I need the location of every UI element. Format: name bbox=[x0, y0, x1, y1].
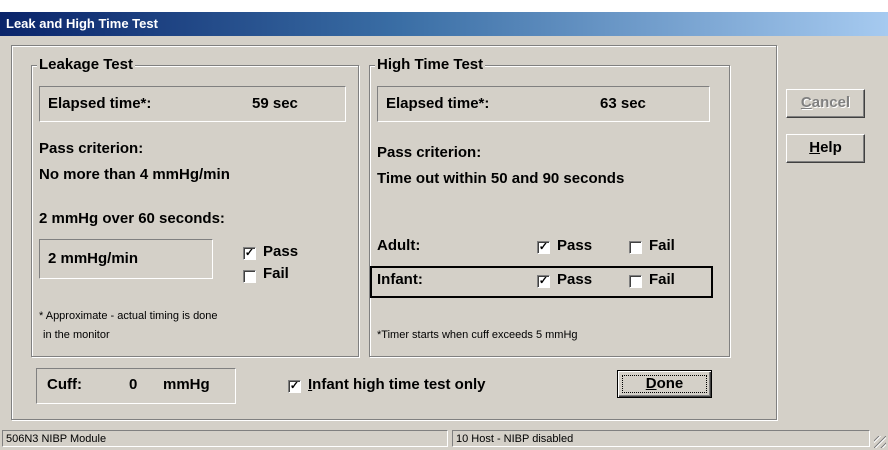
done-text: one bbox=[656, 375, 684, 392]
leakage-rate-box: 2 mmHg/min bbox=[39, 239, 213, 279]
leakage-footnote-line1: * Approximate - actual timing is done bbox=[39, 310, 218, 322]
cuff-label: Cuff: bbox=[47, 376, 82, 393]
main-frame: Leakage Test Elapsed time*: 59 sec Pass … bbox=[11, 45, 777, 420]
infant-only-label[interactable]: Infant high time test only bbox=[308, 376, 486, 393]
high-time-footnote: *Timer starts when cuff exceeds 5 mmHg bbox=[377, 329, 578, 341]
leakage-elapsed-value: 59 sec bbox=[252, 95, 298, 112]
help-button-label: Help bbox=[809, 139, 842, 156]
high-time-elapsed-label: Elapsed time*: bbox=[386, 95, 490, 112]
infant-label: Infant: bbox=[377, 271, 423, 288]
leakage-pass-checkbox[interactable]: ✓ bbox=[243, 247, 256, 260]
cancel-button-label: Cancel bbox=[801, 94, 850, 111]
leakage-measure-label: 2 mmHg over 60 seconds: bbox=[39, 210, 225, 227]
done-button[interactable]: Done bbox=[617, 370, 712, 398]
cuff-box: Cuff: 0 mmHg bbox=[36, 368, 236, 404]
cancel-text: ancel bbox=[811, 94, 851, 111]
high-time-test-group: High Time Test Elapsed time*: 63 sec Pas… bbox=[369, 56, 730, 357]
leakage-test-legend: Leakage Test bbox=[37, 56, 135, 73]
cancel-button[interactable]: Cancel bbox=[786, 89, 865, 118]
adult-fail-label[interactable]: Fail bbox=[649, 237, 675, 254]
leakage-criterion-label: Pass criterion: bbox=[39, 140, 144, 157]
infant-pass-label[interactable]: Pass bbox=[557, 271, 592, 288]
resize-grip-icon[interactable] bbox=[874, 436, 886, 448]
status-bar: 506N3 NIBP Module 10 Host - NIBP disable… bbox=[0, 428, 888, 450]
high-time-criterion-label: Pass criterion: bbox=[377, 144, 482, 161]
leakage-elapsed-box: Elapsed time*: 59 sec bbox=[39, 86, 346, 122]
help-accel: H bbox=[809, 139, 821, 156]
cuff-value: 0 bbox=[129, 376, 138, 393]
cuff-unit: mmHg bbox=[163, 376, 210, 393]
leakage-pass-label[interactable]: Pass bbox=[263, 243, 298, 260]
leakage-rate-value: 2 mmHg/min bbox=[48, 250, 139, 267]
leakage-footnote-line2: in the monitor bbox=[43, 329, 110, 341]
cancel-accel: C bbox=[800, 94, 812, 111]
high-time-criterion-text: Time out within 50 and 90 seconds bbox=[377, 170, 625, 187]
infant-fail-label[interactable]: Fail bbox=[649, 271, 675, 288]
infant-fail-checkbox[interactable] bbox=[629, 275, 642, 288]
adult-fail-checkbox[interactable] bbox=[629, 241, 642, 254]
leakage-fail-label[interactable]: Fail bbox=[263, 265, 289, 282]
infant-only-checkbox[interactable]: ✓ bbox=[288, 380, 301, 393]
adult-label: Adult: bbox=[377, 237, 421, 254]
infant-only-text: nfant high time test only bbox=[312, 376, 486, 393]
help-text: elp bbox=[820, 139, 842, 156]
leakage-test-group: Leakage Test Elapsed time*: 59 sec Pass … bbox=[31, 56, 359, 357]
done-button-label: Done bbox=[646, 375, 684, 392]
high-time-test-legend: High Time Test bbox=[375, 56, 486, 73]
done-accel: D bbox=[645, 375, 657, 392]
infant-pass-checkbox[interactable]: ✓ bbox=[537, 275, 550, 288]
adult-pass-checkbox[interactable]: ✓ bbox=[537, 241, 550, 254]
leakage-elapsed-label: Elapsed time*: bbox=[48, 95, 152, 112]
status-panel-module: 506N3 NIBP Module bbox=[2, 430, 448, 447]
window-title: Leak and High Time Test bbox=[6, 16, 158, 31]
dialog-window: Leak and High Time Test Leakage Test Ela… bbox=[0, 0, 888, 450]
status-panel-host: 10 Host - NIBP disabled bbox=[452, 430, 870, 447]
leakage-criterion-text: No more than 4 mmHg/min bbox=[39, 166, 230, 183]
title-bar[interactable]: Leak and High Time Test bbox=[0, 12, 888, 36]
leakage-fail-checkbox[interactable] bbox=[243, 270, 256, 283]
high-time-elapsed-box: Elapsed time*: 63 sec bbox=[377, 86, 710, 122]
high-time-elapsed-value: 63 sec bbox=[600, 95, 646, 112]
help-button[interactable]: Help bbox=[786, 134, 865, 163]
adult-pass-label[interactable]: Pass bbox=[557, 237, 592, 254]
